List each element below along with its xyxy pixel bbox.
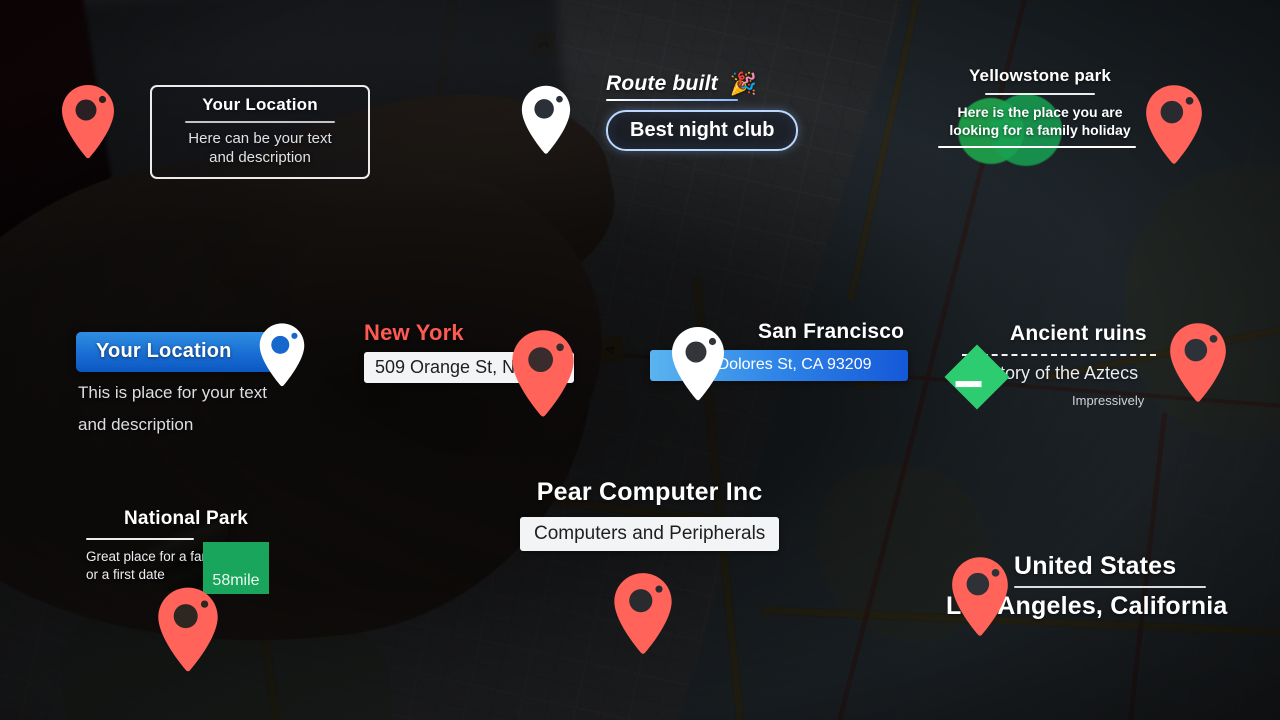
divider [86,538,194,540]
marker-title: Yellowstone park [968,66,1112,85]
map-pin-icon[interactable] [670,326,726,404]
marker-national-park[interactable]: National Park Great place for a family w… [86,508,269,672]
blue-badge[interactable]: Your Location [76,332,274,372]
divider-bottom [938,146,1136,148]
marker-title: United States [1014,552,1177,580]
map-pin-icon[interactable] [520,84,572,158]
marker-description-line2: and description [209,148,311,166]
markers-overlay: Your Location Here can be your text and … [0,0,1280,720]
map-pin-icon[interactable] [60,84,116,162]
map-pin-icon[interactable] [612,572,674,658]
marker-your-location-outlined[interactable]: Your Location Here can be your text and … [62,85,370,179]
marker-subtitle[interactable]: Computers and Peripherals [520,517,780,551]
marker-your-location-blue[interactable]: Your Location This is place for your tex… [76,323,305,436]
divider [985,93,1095,95]
marker-description-line1: This is place for your text [78,383,267,402]
marker-title: National Park [124,508,249,529]
screenshot-stage: 3 2 5 4 [0,0,1280,720]
marker-new-york[interactable]: New York 509 Orange St, Newark [364,320,575,417]
marker-title: Pear Computer Inc [536,478,763,506]
marker-description-line1: Here is the place you are [957,104,1123,120]
marker-ancient-ruins[interactable]: Ancient ruins History of the Aztecs Impr… [944,322,1226,410]
divider [185,121,335,123]
marker-description-line1: Here can be your text [188,129,332,147]
marker-title: Route built [606,72,718,95]
marker-united-states[interactable]: United States Los Angeles, California [946,552,1228,636]
divider [606,99,738,101]
marker-title: San Francisco [758,320,905,343]
map-pin-icon[interactable] [258,322,306,390]
marker-yellowstone-park[interactable]: Yellowstone park Here is the place you a… [938,66,1202,166]
diamond-bar [955,381,982,388]
map-pin-icon[interactable] [1144,84,1204,168]
marker-title: Your Location [96,340,232,362]
best-night-club-pill[interactable]: Best night club [606,110,799,151]
marker-pear-computer[interactable]: Pear Computer Inc Computers and Peripher… [520,478,780,654]
callout-card[interactable]: Your Location Here can be your text and … [150,85,370,179]
map-pin-icon[interactable] [510,329,576,421]
marker-description-line2: and description [78,415,194,434]
marker-san-francisco[interactable]: San Francisco 402 Dolores St, CA 93209 [650,320,908,401]
marker-title: Ancient ruins [1010,322,1147,345]
divider [1014,586,1206,588]
map-pin-icon[interactable] [950,556,1010,640]
dashed-divider [962,354,1156,356]
map-pin-icon[interactable] [156,586,220,676]
callout-body: Yellowstone park Here is the place you a… [938,66,1136,148]
map-pin-icon[interactable] [1168,322,1228,406]
marker-title: Your Location [202,95,318,114]
marker-route-built[interactable]: Route built 🎉 Best night club [521,72,799,154]
marker-description-line2: looking for a family holiday [949,122,1131,138]
route-heading-row: Route built 🎉 [606,72,798,96]
party-popper-icon: 🎉 [729,71,758,96]
marker-note: Impressively [1072,393,1145,408]
